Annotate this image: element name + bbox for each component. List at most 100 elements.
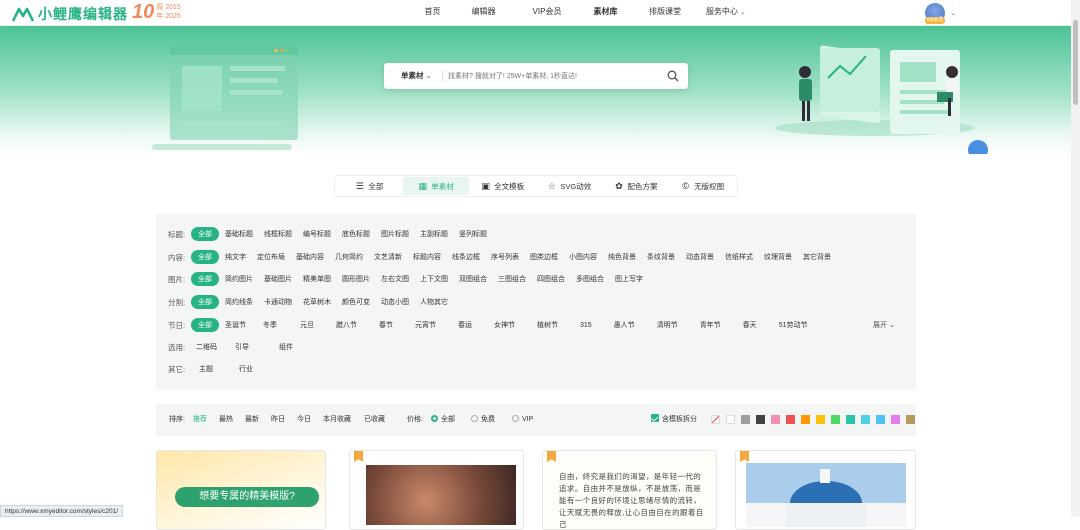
sort-favorited[interactable]: 已收藏 (364, 404, 385, 436)
filter-option[interactable]: 纯色背景 (608, 252, 636, 262)
filter-option[interactable]: 基础标题 (225, 229, 253, 239)
tab-full-template[interactable]: ▣ 全文模板 (469, 177, 536, 195)
filter-option[interactable]: 主题 (199, 364, 213, 374)
price-all[interactable]: 全部 (431, 404, 455, 436)
nav-materials[interactable]: 素材库 (576, 0, 635, 26)
filter-option[interactable]: 全部 (191, 272, 219, 286)
filter-option[interactable]: 其它背景 (803, 252, 831, 262)
filter-option[interactable]: 愚人节 (614, 320, 635, 330)
user-menu[interactable]: Vip会员 ⌄ (925, 3, 956, 24)
chevron-down-icon[interactable]: ⌄ (950, 9, 956, 17)
filter-option[interactable]: 全部 (191, 318, 219, 332)
filter-option[interactable]: 全部 (191, 250, 219, 264)
filter-option[interactable]: 51劳动节 (779, 320, 808, 330)
sort-today[interactable]: 今日 (297, 404, 311, 436)
promo-card[interactable]: 想要专属的精美模版? (156, 450, 326, 530)
scrollbar[interactable] (1071, 0, 1080, 517)
filter-option[interactable]: 花草树木 (303, 297, 331, 307)
filter-option[interactable]: 文艺清新 (374, 252, 402, 262)
search-icon[interactable] (667, 70, 679, 82)
filter-option[interactable]: 图类边框 (530, 252, 558, 262)
filter-option[interactable]: 图上写字 (615, 274, 643, 284)
filter-option[interactable]: 精美单图 (303, 274, 331, 284)
tab-palette[interactable]: ✿ 配色方案 (603, 177, 670, 195)
filter-option[interactable]: 女神节 (494, 320, 515, 330)
filter-option[interactable]: 植树节 (537, 320, 558, 330)
filter-option[interactable]: 元宵节 (415, 320, 436, 330)
filter-option[interactable]: 条纹背景 (647, 252, 675, 262)
filter-option[interactable]: 主副标题 (420, 229, 448, 239)
color-swatch[interactable] (771, 415, 780, 424)
color-swatch[interactable] (876, 415, 885, 424)
filter-option[interactable]: 定位布局 (257, 252, 285, 262)
color-swatch[interactable] (831, 415, 840, 424)
filter-option[interactable]: 动态小图 (381, 297, 409, 307)
filter-option[interactable]: 简约图片 (225, 274, 253, 284)
filter-option[interactable]: 引导 (235, 342, 249, 352)
filter-option[interactable]: 线框标题 (264, 229, 292, 239)
nav-vip[interactable]: VIP会员 (518, 0, 576, 26)
scrollbar-thumb[interactable] (1073, 20, 1078, 105)
tab-free-images[interactable]: © 无版权图 (669, 177, 736, 195)
filter-option[interactable]: 双图组合 (459, 274, 487, 284)
filter-option[interactable]: 人物其它 (420, 297, 448, 307)
filter-option[interactable]: 基础内容 (296, 252, 324, 262)
sort-month-favorites[interactable]: 本月收藏 (323, 404, 351, 436)
filter-option[interactable]: 春节 (379, 320, 393, 330)
promo-banner[interactable]: 想要专属的精美模版? (175, 487, 319, 507)
filter-option[interactable]: 图片标题 (381, 229, 409, 239)
filter-option[interactable]: 底色标题 (342, 229, 370, 239)
tab-single-material[interactable]: ▦ 单素材 (402, 177, 470, 195)
color-swatch[interactable] (816, 415, 825, 424)
filter-option[interactable]: 小图内容 (569, 252, 597, 262)
tab-svg[interactable]: ☆ SVG动效 (536, 177, 603, 195)
nav-service[interactable]: 服务中心 ⌄ (695, 0, 757, 26)
filter-option[interactable]: 圆形图片 (342, 274, 370, 284)
template-card[interactable] (349, 450, 524, 530)
filter-option[interactable]: 纹理背景 (764, 252, 792, 262)
filter-option[interactable]: 多图组合 (576, 274, 604, 284)
filter-option[interactable]: 标题内容 (413, 252, 441, 262)
filter-option[interactable]: 卡通动物 (264, 297, 292, 307)
filter-option[interactable]: 几何简约 (335, 252, 363, 262)
nav-course[interactable]: 排版课堂 (635, 0, 695, 26)
filter-option[interactable]: 春运 (458, 320, 472, 330)
color-swatch[interactable] (786, 415, 795, 424)
nav-editor[interactable]: 编辑器 (449, 0, 518, 26)
filter-option[interactable]: 清明节 (657, 320, 678, 330)
filter-option[interactable]: 四图组合 (537, 274, 565, 284)
color-swatch[interactable] (801, 415, 810, 424)
sort-yesterday[interactable]: 昨日 (271, 404, 285, 436)
expand-toggle[interactable]: 展开 ⌄ (873, 320, 895, 330)
filter-option[interactable]: 青年节 (700, 320, 721, 330)
template-card[interactable]: 自由，终究是我们的渴望，是年轻一代的追求。自由并不是放纵，不是放荡，而是能有一个… (542, 450, 717, 530)
price-free[interactable]: 免费 (471, 404, 495, 436)
filter-option[interactable]: 左右文图 (381, 274, 409, 284)
filter-option[interactable]: 基础图片 (264, 274, 292, 284)
filter-option[interactable]: 全部 (191, 227, 219, 241)
color-swatch[interactable] (726, 415, 735, 424)
sort-hottest[interactable]: 最热 (219, 404, 233, 436)
search-input[interactable] (448, 68, 658, 84)
filter-option[interactable]: 腊八节 (336, 320, 357, 330)
filter-option[interactable]: 颜色可变 (342, 297, 370, 307)
no-color-swatch[interactable] (711, 415, 720, 424)
filter-option[interactable]: 三图组合 (498, 274, 526, 284)
filter-option[interactable]: 序号列表 (491, 252, 519, 262)
filter-option[interactable]: 简约线条 (225, 297, 253, 307)
filter-option[interactable]: 元旦 (300, 320, 314, 330)
logo[interactable]: 小鲤鹰编辑器 (12, 4, 128, 24)
color-swatch[interactable] (741, 415, 750, 424)
search-type-select[interactable]: 单素材 ⌄ (401, 63, 431, 90)
filter-option[interactable]: 纯文字 (225, 252, 246, 262)
filter-option[interactable]: 行业 (239, 364, 253, 374)
filter-option[interactable]: 冬季 (263, 320, 277, 330)
filter-option[interactable]: 圣诞节 (225, 320, 246, 330)
filter-option[interactable]: 315 (580, 322, 592, 329)
filter-option[interactable]: 编号标题 (303, 229, 331, 239)
tab-all[interactable]: ☰ 全部 (336, 177, 403, 195)
filter-option[interactable]: 上下文图 (420, 274, 448, 284)
filter-option[interactable]: 全部 (191, 295, 219, 309)
nav-home[interactable]: 首页 (415, 0, 450, 26)
sort-recommended[interactable]: 推荐 (193, 404, 207, 436)
